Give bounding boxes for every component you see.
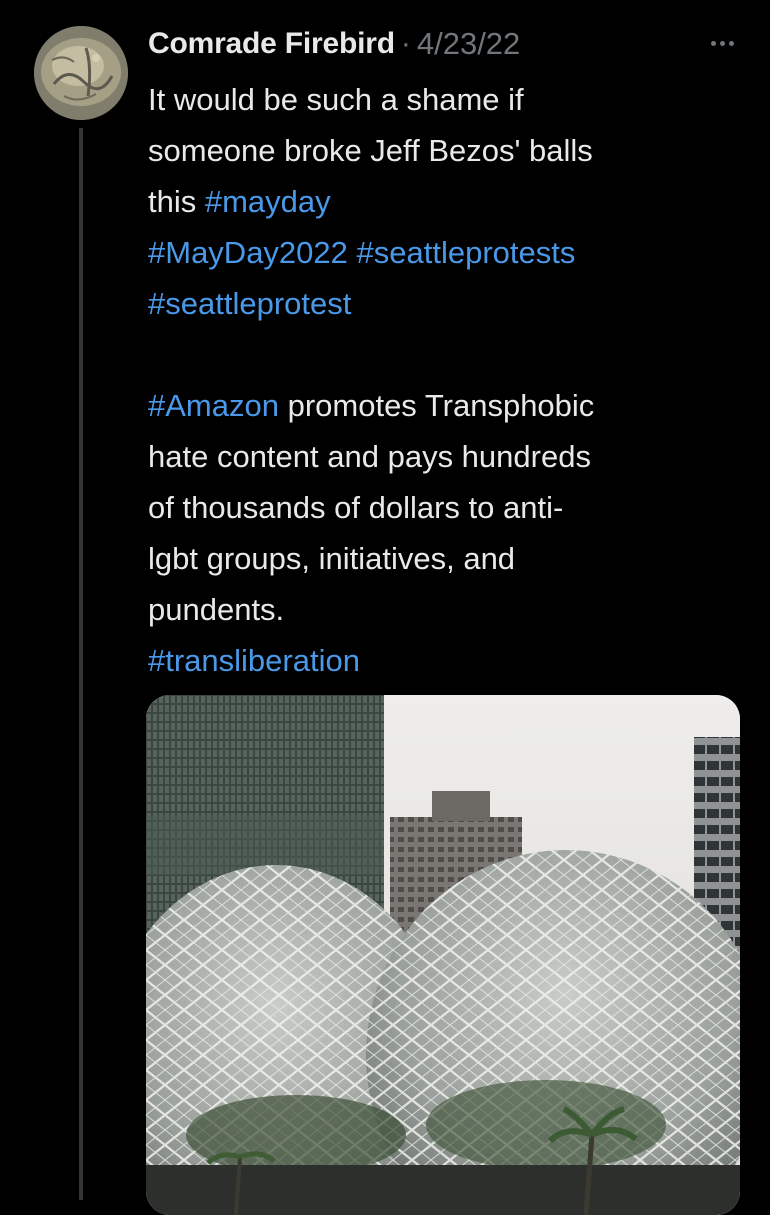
tweet-text-segment: [348, 235, 357, 270]
spheres-photo: [146, 695, 740, 1215]
avatar-image: [34, 26, 128, 120]
hashtag-link[interactable]: #Amazon: [148, 388, 279, 423]
tweet-text: It would be such a shame if someone broke…: [148, 74, 748, 686]
hashtag-link[interactable]: #transliberation: [148, 643, 360, 678]
tweet-text-line: It would be such a shame if: [148, 74, 748, 125]
tweet-text-line: this #mayday: [148, 176, 748, 227]
tweet-text-line: #seattleprotest: [148, 278, 748, 329]
hashtag-link[interactable]: #seattleprotest: [148, 286, 351, 321]
tweet-text-segment: hate content and pays hundreds: [148, 439, 591, 474]
avatar[interactable]: [34, 26, 128, 120]
timestamp[interactable]: 4/23/22: [417, 26, 520, 62]
tweet-text-line: #transliberation: [148, 635, 748, 686]
tweet-text-line: #Amazon promotes Transphobic: [148, 380, 748, 431]
separator-dot: ·: [400, 27, 411, 60]
tweet-text-segment: this: [148, 184, 205, 219]
tweet-text-line: [148, 329, 748, 380]
tweet-text-segment: promotes Transphobic: [278, 388, 595, 423]
tweet-text-segment: pundents.: [148, 592, 285, 627]
tweet-header: Comrade Firebird · 4/23/22: [148, 22, 746, 66]
author-name[interactable]: Comrade Firebird: [148, 27, 395, 61]
hashtag-link[interactable]: #MayDay2022: [148, 235, 348, 270]
tweet-media-photo[interactable]: [146, 695, 740, 1215]
tweet-text-line: hate content and pays hundreds: [148, 431, 748, 482]
tweet-text-line: pundents.: [148, 584, 748, 635]
tweet-text-segment: someone broke Jeff Bezos' balls: [148, 133, 593, 168]
hashtag-link[interactable]: #seattleprotests: [357, 235, 576, 270]
tweet-text-segment: It would be such a shame if: [148, 82, 524, 117]
tweet-text-segment: of thousands of dollars to anti-: [148, 490, 564, 525]
tweet[interactable]: Comrade Firebird · 4/23/22 It would be s…: [0, 0, 770, 1215]
tweet-text-line: of thousands of dollars to anti-: [148, 482, 748, 533]
tweet-text-line: someone broke Jeff Bezos' balls: [148, 125, 748, 176]
hashtag-link[interactable]: #mayday: [205, 184, 331, 219]
tweet-text-line: #MayDay2022 #seattleprotests: [148, 227, 748, 278]
thread-connector-line: [79, 128, 83, 1200]
tweet-text-line: lgbt groups, initiatives, and: [148, 533, 748, 584]
more-horizontal-icon[interactable]: [702, 28, 742, 58]
tweet-text-segment: lgbt groups, initiatives, and: [148, 541, 516, 576]
